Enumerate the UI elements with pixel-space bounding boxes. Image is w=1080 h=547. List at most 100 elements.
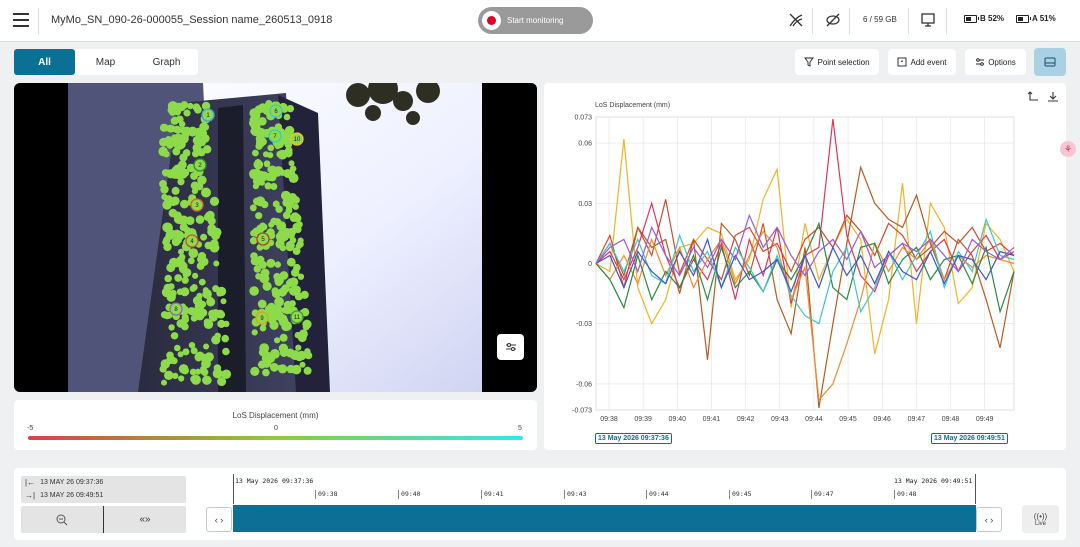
measurement-point	[164, 370, 174, 380]
measurement-point	[299, 361, 306, 368]
measurement-point	[206, 297, 216, 307]
measurement-point	[265, 305, 273, 313]
measurement-point	[169, 198, 178, 206]
measurement-point	[266, 258, 276, 268]
jump-button[interactable]: «»	[104, 506, 186, 533]
measurement-point	[279, 245, 286, 252]
chart-panel: LoS Displacement (mm) 0.073 0.06 0.03 0 -0.0…	[544, 83, 1066, 450]
measurement-point	[262, 368, 270, 377]
y-tick-label: 0	[588, 261, 592, 268]
measurement-point	[257, 299, 267, 309]
timeline-start-label: 13 May 2026 09:37:36	[235, 477, 314, 485]
monitoring-point-marker[interactable]: 9	[255, 311, 269, 325]
monitoring-point-marker[interactable]: 11	[290, 310, 304, 324]
measurement-point	[165, 136, 172, 143]
measurement-point	[295, 344, 302, 351]
bookmark-star-icon	[898, 57, 907, 67]
measurement-point	[192, 272, 199, 279]
monitoring-point-marker[interactable]: 2	[193, 158, 207, 172]
zoom-controls: «»	[21, 506, 186, 533]
tab-graph[interactable]: Graph	[136, 49, 197, 75]
measurement-point	[196, 292, 203, 299]
record-icon	[482, 11, 501, 30]
measurement-point	[286, 228, 294, 237]
image-settings-button[interactable]	[497, 334, 524, 360]
measurement-point	[187, 257, 195, 265]
measurement-point	[252, 149, 259, 157]
measurement-point	[190, 284, 198, 291]
monitoring-point-marker[interactable]: 1	[201, 108, 215, 122]
measurement-point	[288, 173, 299, 183]
measurement-point	[161, 379, 167, 386]
timeline-range-bar[interactable]	[233, 505, 976, 532]
tab-all[interactable]: All	[14, 49, 75, 75]
y-tick-label: 0.06	[578, 141, 592, 148]
timeline-left-nav-button[interactable]: ‹ ›	[206, 507, 232, 532]
marker-label: 11	[294, 315, 301, 321]
measurement-point	[259, 222, 266, 229]
measurement-point	[251, 122, 261, 133]
measurement-point	[163, 236, 170, 243]
battery-b-label: B 52%	[980, 14, 1005, 23]
panel-toggle-button[interactable]	[1034, 48, 1066, 76]
range-start: 13 MAY 26 09:37:36	[40, 479, 104, 486]
monitor-icon[interactable]	[919, 11, 937, 29]
tab-map[interactable]: Map	[75, 49, 136, 75]
add-event-button[interactable]: Add event	[888, 49, 956, 75]
range-end-icon: →|	[25, 491, 36, 500]
x-tick-label: 09:48	[942, 416, 960, 423]
measurement-point	[177, 103, 186, 112]
monitoring-point-marker[interactable]: 8	[169, 302, 183, 316]
measurement-point	[202, 123, 210, 131]
measurement-point	[159, 180, 167, 188]
divider	[38, 8, 39, 34]
monitoring-point-marker[interactable]: 5	[256, 232, 270, 246]
measurement-point	[220, 298, 227, 305]
battery-a-label: A 51%	[1032, 14, 1056, 23]
measurement-point	[268, 221, 275, 228]
monitoring-point-marker[interactable]: 7	[268, 129, 282, 143]
measurement-point	[255, 273, 262, 280]
measurement-point	[261, 200, 269, 209]
floating-assistant-icon[interactable]: ⚘	[1060, 141, 1076, 157]
monitoring-point-marker[interactable]: 10	[290, 132, 304, 146]
live-label: Live	[1034, 520, 1046, 527]
zoom-out-button[interactable]	[21, 506, 103, 533]
monitoring-point-marker[interactable]: 4	[185, 234, 199, 248]
x-tick-label: 09:40	[669, 416, 687, 423]
measurement-point	[285, 207, 293, 214]
measurement-point	[209, 196, 220, 206]
monitoring-point-marker[interactable]: 6	[269, 104, 283, 118]
timeline-panel: |← 13 MAY 26 09:37:36 →| 13 MAY 26 09:49:5…	[14, 468, 1066, 540]
measurement-point	[267, 165, 275, 174]
start-monitoring-button[interactable]: Start monitoring	[478, 7, 593, 34]
measurement-point	[171, 186, 180, 195]
eye-off-icon[interactable]	[824, 11, 842, 29]
live-icon: ((•))	[1033, 511, 1048, 521]
timeline-right-nav-button[interactable]: ‹ ›	[976, 507, 1002, 532]
measurement-point	[202, 289, 212, 299]
measurement-point	[169, 257, 179, 268]
battery-icon	[1016, 14, 1031, 23]
options-button[interactable]: Options	[965, 49, 1026, 75]
measurement-point	[197, 252, 207, 261]
x-tick-label: 09:39	[634, 416, 652, 423]
measurement-point	[259, 324, 267, 332]
monitoring-point-marker[interactable]: 3	[190, 198, 204, 212]
y-tick-label: 0.03	[578, 201, 592, 208]
point-selection-button[interactable]: Point selection	[795, 49, 879, 75]
measurement-point	[169, 108, 176, 116]
measurement-point	[182, 149, 191, 157]
measurement-point	[175, 237, 182, 244]
measurement-point	[278, 364, 288, 374]
measurement-point	[302, 319, 312, 329]
menu-icon[interactable]	[13, 13, 29, 27]
measurement-point	[292, 203, 299, 210]
live-button[interactable]: ((•)) Live	[1022, 505, 1059, 533]
measurement-point	[178, 364, 189, 374]
measurement-point	[294, 352, 304, 362]
measurement-point	[286, 104, 295, 113]
measurement-point	[166, 355, 176, 364]
signal-off-icon[interactable]	[787, 11, 805, 29]
measurement-point	[251, 329, 258, 336]
